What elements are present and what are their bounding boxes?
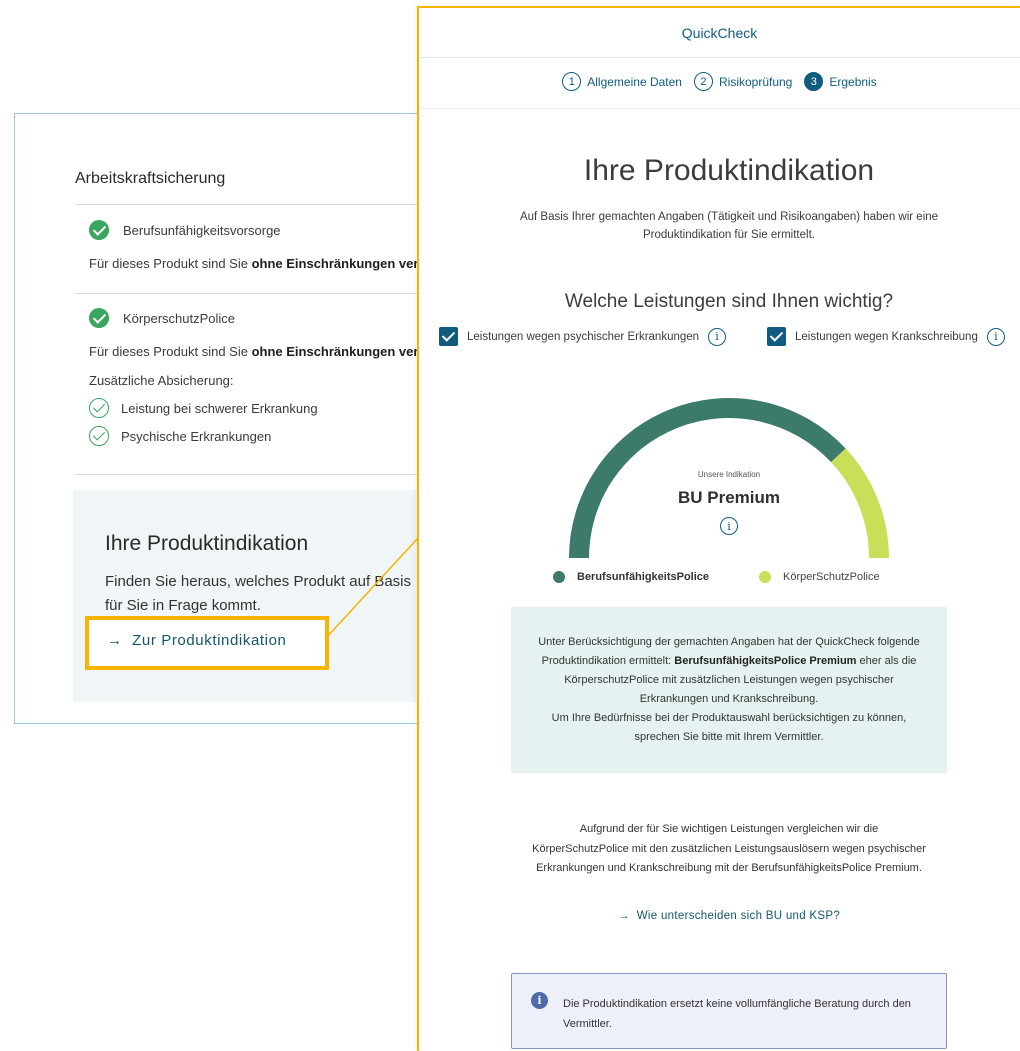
page-subtitle: Auf Basis Ihrer gemachten Angaben (Tätig… <box>519 211 939 241</box>
info-filled-icon: i <box>531 992 548 1009</box>
step-result[interactable]: 3 Ergebnis <box>804 72 877 91</box>
result-explanation: Unter Berücksichtigung der gemachten Ang… <box>511 607 947 773</box>
modal-title: QuickCheck <box>681 25 758 41</box>
info-note: i Die Produktindikation ersetzt keine vo… <box>511 973 947 1049</box>
legend-dot <box>759 571 771 583</box>
arrow-right-icon: → <box>617 910 630 922</box>
compare-bu-ksp-link[interactable]: → Wie unterscheiden sich BU und KSP? <box>419 910 1020 922</box>
checkbox-label: Leistungen wegen Krankschreibung <box>795 330 978 343</box>
checkbox-sick-leave[interactable]: Leistungen wegen Krankschreibung i <box>767 327 1005 346</box>
checkbox-psychological[interactable]: Leistungen wegen psychischer Erkrankunge… <box>439 327 727 346</box>
step-label: Ergebnis <box>829 74 877 89</box>
step-number: 2 <box>693 72 713 91</box>
quickcheck-modal: QuickCheck 1 Allgemeine Daten 2 Risikopr… <box>417 6 1020 1051</box>
legend-dot <box>553 571 565 583</box>
legend-label: KörperSchutzPolice <box>783 571 880 583</box>
checkbox-checked-icon[interactable] <box>439 327 458 346</box>
legend-item-ksp: KörperSchutzPolice <box>759 571 880 583</box>
checkbox-checked-icon[interactable] <box>767 327 786 346</box>
link-label: Wie unterscheiden sich BU und KSP? <box>636 910 841 922</box>
checkbox-label: Leistungen wegen psychischer Erkrankunge… <box>467 330 700 343</box>
step-number: 1 <box>562 72 582 91</box>
gauge-segment-bu <box>569 398 846 559</box>
page-title: Ihre Produktindikation <box>583 154 875 187</box>
gauge-value: BU Premium <box>677 488 781 507</box>
result-advice: Um Ihre Bedürfnisse bei der Produktauswa… <box>551 712 907 743</box>
step-number: 3 <box>804 72 824 91</box>
stepper: 1 Allgemeine Daten 2 Risikoprüfung 3 Erg… <box>419 72 1020 91</box>
gauge-segment-ksp <box>830 448 889 559</box>
modal-header: QuickCheck <box>419 8 1020 58</box>
step-label: Risikoprüfung <box>718 74 793 89</box>
divider <box>419 108 1020 109</box>
info-icon[interactable]: i <box>986 327 1005 346</box>
comparison-text: Aufgrund der für Sie wichtigen Leistunge… <box>532 823 926 874</box>
info-icon[interactable]: i <box>720 517 738 535</box>
gauge-caption: Unsere Indikation <box>697 470 761 479</box>
question-heading: Welche Leistungen sind Ihnen wichtig? <box>564 291 894 312</box>
step-risk-check[interactable]: 2 Risikoprüfung <box>693 72 793 91</box>
legend-item-bu: BerufsunfähigkeitsPolice <box>553 571 709 583</box>
step-general-data[interactable]: 1 Allgemeine Daten <box>562 72 682 91</box>
note-text: Die Produktindikation ersetzt keine voll… <box>563 998 911 1030</box>
info-icon[interactable]: i <box>708 327 727 346</box>
result-product: BerufsunfähigkeitsPolice Premium <box>674 655 857 667</box>
legend-label: BerufsunfähigkeitsPolice <box>577 571 710 583</box>
step-label: Allgemeine Daten <box>587 74 682 89</box>
